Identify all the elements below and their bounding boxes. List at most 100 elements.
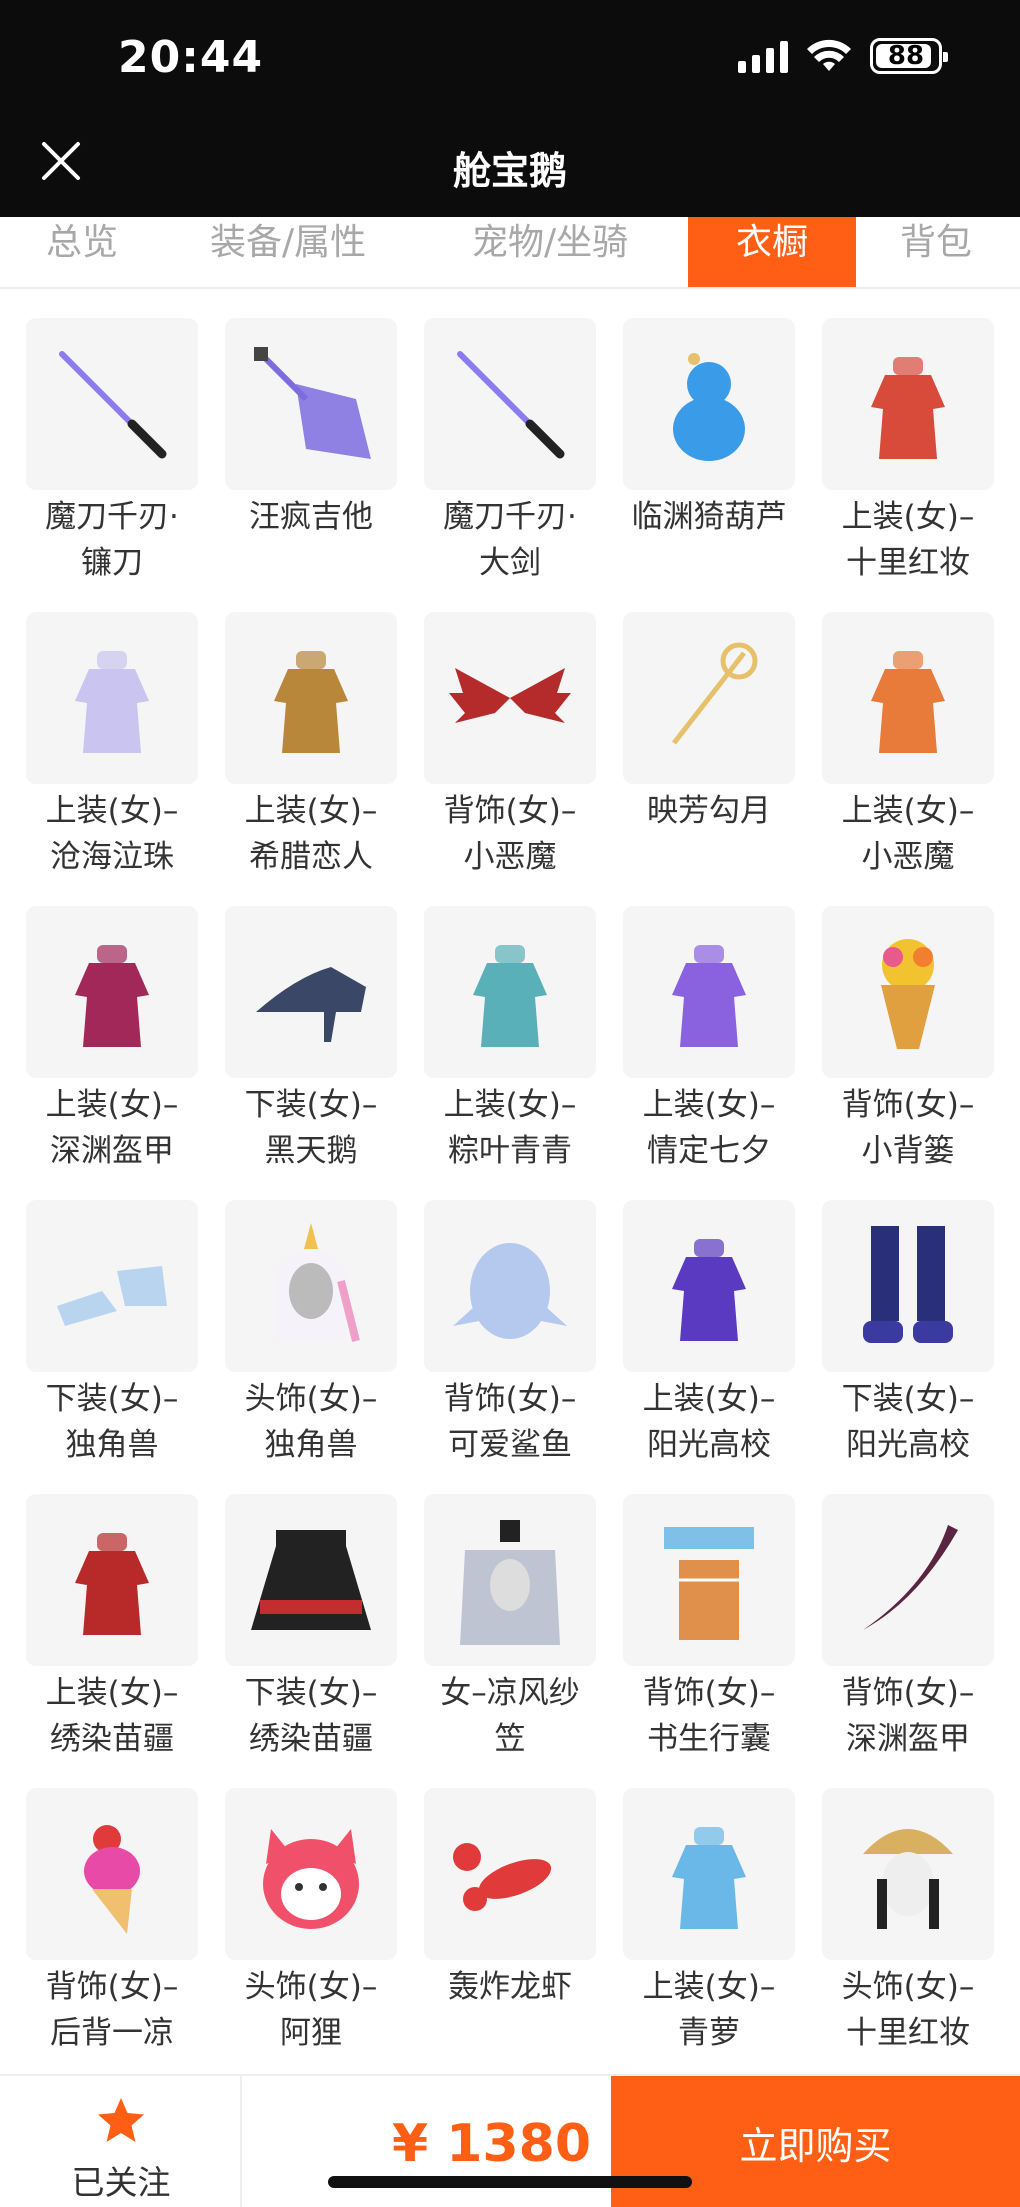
wardrobe-item[interactable]: 背饰(女)– 深渊盔甲: [822, 1494, 994, 1788]
item-label-line1: 临渊猗葫芦: [631, 499, 787, 535]
wardrobe-item[interactable]: 下装(女)– 绣染苗疆: [225, 1494, 397, 1788]
follow-button[interactable]: 已关注: [0, 2076, 242, 2207]
wardrobe-item[interactable]: 女–凉风纱笠: [424, 1494, 596, 1788]
item-label-line1: 上装(女)–: [244, 793, 378, 829]
item-label-line1: 女–凉风纱: [440, 1675, 580, 1711]
item-label-line1: 下装(女)–: [45, 1381, 179, 1417]
tab-equipment[interactable]: 装备/属性: [210, 217, 366, 287]
item-label-line2: 青萝: [678, 2015, 740, 2051]
item-label: 上装(女)– 情定七夕: [609, 1082, 809, 1174]
wings-icon: [424, 612, 596, 784]
wardrobe-item[interactable]: 汪疯吉他: [225, 318, 397, 612]
item-label: 下装(女)– 独角兽: [12, 1376, 212, 1468]
wardrobe-item[interactable]: 上装(女)– 阳光高校: [623, 1200, 795, 1494]
item-label-line1: 上装(女)–: [642, 1969, 776, 2005]
wardrobe-item[interactable]: 背饰(女)– 书生行囊: [623, 1494, 795, 1788]
item-label: 下装(女)– 绣染苗疆: [211, 1670, 411, 1762]
item-label: 上装(女)– 沧海泣珠: [12, 788, 212, 880]
tab-bar: 总览 装备/属性 宠物/坐骑 衣橱 背包: [0, 217, 1020, 289]
item-label-line1: 上装(女)–: [642, 1381, 776, 1417]
wardrobe-item[interactable]: 上装(女)– 情定七夕: [623, 906, 795, 1200]
item-label: 下装(女)– 阳光高校: [808, 1376, 1008, 1468]
item-label-line1: 下装(女)–: [244, 1675, 378, 1711]
katana-icon: [424, 318, 596, 490]
item-label: 背饰(女)– 书生行囊: [609, 1670, 809, 1762]
star-icon: [98, 2098, 144, 2142]
wardrobe-item[interactable]: 背饰(女)– 小恶魔: [424, 612, 596, 906]
tab-wardrobe[interactable]: 衣橱: [688, 217, 857, 287]
item-label-line1: 头饰(女)–: [841, 1969, 975, 2005]
wardrobe-item[interactable]: 魔刀千刃· 镰刀: [26, 318, 198, 612]
wardrobe-item[interactable]: 魔刀千刃· 大剑: [424, 318, 596, 612]
item-label: 上装(女)– 十里红妆: [808, 494, 1008, 586]
wardrobe-item[interactable]: 头饰(女)– 阿狸: [225, 1788, 397, 2082]
wardrobe-item[interactable]: 映芳勾月: [623, 612, 795, 906]
wardrobe-item[interactable]: 上装(女)– 沧海泣珠: [26, 612, 198, 906]
tab-pets[interactable]: 宠物/坐骑: [472, 217, 628, 287]
dress-icon: [424, 906, 596, 1078]
shoes-icon: [26, 1200, 198, 1372]
wardrobe-item[interactable]: 下装(女)– 阳光高校: [822, 1200, 994, 1494]
item-label-line2: 后背一凉: [50, 2015, 174, 2051]
status-icons: 88: [738, 38, 948, 74]
wardrobe-item[interactable]: 背饰(女)– 后背一凉: [26, 1788, 198, 2082]
item-label-line1: 上装(女)–: [642, 1087, 776, 1123]
wardrobe-item[interactable]: 轰炸龙虾: [424, 1788, 596, 2082]
item-label-line2: 阿狸: [280, 2015, 342, 2051]
dress-icon: [26, 612, 198, 784]
item-label-line2: 阳光高校: [846, 1427, 970, 1463]
wardrobe-item[interactable]: 背饰(女)– 可爱鲨鱼: [424, 1200, 596, 1494]
item-label-line2: 独角兽: [264, 1427, 358, 1463]
wardrobe-item[interactable]: 上装(女)– 深渊盔甲: [26, 906, 198, 1200]
status-time: 20:44: [118, 32, 264, 83]
item-label: 女–凉风纱笠: [410, 1670, 610, 1762]
skirt-icon: [225, 1494, 397, 1666]
item-label-line2: 粽叶青青: [448, 1133, 572, 1169]
item-label-line1: 上装(女)–: [841, 793, 975, 829]
price: ¥ 1380: [392, 2114, 592, 2174]
battery-icon: 88: [870, 38, 948, 74]
wardrobe-item[interactable]: 上装(女)– 小恶魔: [822, 612, 994, 906]
item-label: 上装(女)– 阳光高校: [609, 1376, 809, 1468]
item-label: 背饰(女)– 可爱鲨鱼: [410, 1376, 610, 1468]
signal-icon: [738, 39, 788, 73]
dress-icon: [623, 1788, 795, 1960]
basket-icon: [822, 906, 994, 1078]
wardrobe-item[interactable]: 临渊猗葫芦: [623, 318, 795, 612]
item-label-line2: 十里红妆: [846, 2015, 970, 2051]
tab-overview[interactable]: 总览: [46, 217, 118, 287]
item-label-line2: 深渊盔甲: [50, 1133, 174, 1169]
hat-icon: [424, 1494, 596, 1666]
item-label: 上装(女)– 希腊恋人: [211, 788, 411, 880]
item-label-line1: 映芳勾月: [647, 793, 771, 829]
wardrobe-item[interactable]: 头饰(女)– 独角兽: [225, 1200, 397, 1494]
wardrobe-item[interactable]: 上装(女)– 希腊恋人: [225, 612, 397, 906]
item-label-line1: 上装(女)–: [45, 793, 179, 829]
item-label-line1: 下装(女)–: [244, 1087, 378, 1123]
wardrobe-item[interactable]: 下装(女)– 独角兽: [26, 1200, 198, 1494]
item-label: 背饰(女)– 小背篓: [808, 1082, 1008, 1174]
wardrobe-item[interactable]: 上装(女)– 粽叶青青: [424, 906, 596, 1200]
wardrobe-item[interactable]: 上装(女)– 绣染苗疆: [26, 1494, 198, 1788]
item-label-line1: 背饰(女)–: [642, 1675, 776, 1711]
dress-icon: [225, 612, 397, 784]
item-label: 背饰(女)– 后背一凉: [12, 1964, 212, 2056]
item-label: 魔刀千刃· 镰刀: [12, 494, 212, 586]
tab-backpack[interactable]: 背包: [900, 217, 972, 287]
item-label: 汪疯吉他: [211, 494, 411, 540]
dress-icon: [26, 1494, 198, 1666]
pack-icon: [623, 1494, 795, 1666]
item-label-line2: 镰刀: [81, 545, 143, 581]
wardrobe-item[interactable]: 下装(女)– 黑天鹅: [225, 906, 397, 1200]
item-label-line1: 背饰(女)–: [841, 1087, 975, 1123]
staff-icon: [623, 612, 795, 784]
wardrobe-item[interactable]: 背饰(女)– 小背篓: [822, 906, 994, 1200]
item-label-line1: 背饰(女)–: [45, 1969, 179, 2005]
wardrobe-item[interactable]: 上装(女)– 十里红妆: [822, 318, 994, 612]
item-label-line2: 书生行囊: [647, 1721, 771, 1757]
hood-icon: [225, 1200, 397, 1372]
wardrobe-item[interactable]: 头饰(女)– 十里红妆: [822, 1788, 994, 2082]
katana-icon: [26, 318, 198, 490]
dress-icon: [822, 612, 994, 784]
wardrobe-item[interactable]: 上装(女)– 青萝: [623, 1788, 795, 2082]
